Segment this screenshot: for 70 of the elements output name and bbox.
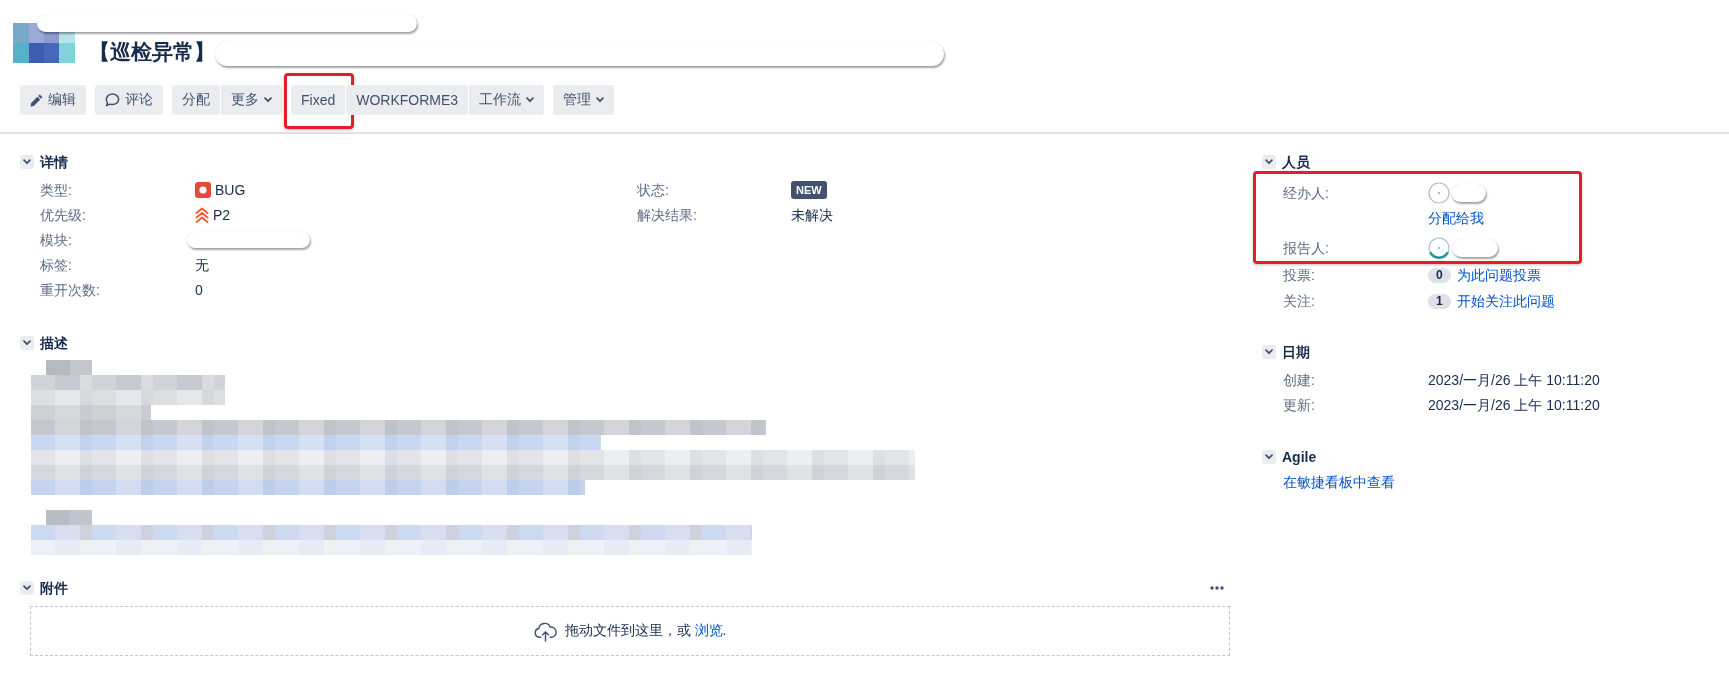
field-label: 解决结果: [637, 206, 698, 225]
field-label: 模块: [40, 231, 73, 250]
toolbar-button[interactable]: 分配 [172, 85, 220, 115]
count-badge: 1 [1428, 293, 1451, 309]
edit-button[interactable]: 编辑 [20, 85, 86, 115]
redaction-bar [1451, 184, 1486, 202]
watch-link[interactable]: 开始关注此问题 [1456, 293, 1555, 309]
more-icon[interactable] [1210, 586, 1224, 590]
dropdown-button[interactable]: 管理 [553, 85, 615, 115]
assign-to-me-link[interactable]: 分配给我 [1428, 210, 1484, 226]
chevron-down-icon [23, 340, 31, 346]
field-label: 类型: [40, 181, 73, 200]
section-toggle[interactable] [1262, 155, 1276, 169]
field-label: 标签: [40, 256, 73, 275]
field-label: 重开次数: [40, 281, 101, 300]
comment-button[interactable]: 评论 [95, 85, 163, 115]
section-toggle[interactable] [20, 581, 34, 595]
field-label: 创建: [1283, 371, 1316, 390]
toolbar-button[interactable]: WORKFORME3 [346, 85, 469, 115]
field-label: 报告人: [1283, 239, 1330, 258]
bug-icon [195, 182, 211, 198]
section-toggle[interactable] [1262, 345, 1276, 359]
cloud-upload-icon [533, 620, 557, 642]
section-title: 日期 [1282, 344, 1310, 360]
section-toggle[interactable] [20, 155, 34, 169]
field-value: 2023/一月/26 上午 10:11:20 [1428, 371, 1600, 390]
toolbar-button[interactable]: Fixed [291, 85, 346, 115]
field-label: 投票: [1283, 266, 1316, 285]
redaction-bar [1452, 239, 1498, 257]
caret-icon [526, 97, 535, 103]
chevron-down-icon [23, 585, 31, 591]
avatar-icon [1428, 237, 1450, 259]
field-value: 未解决 [791, 206, 833, 225]
field-value: 无 [195, 256, 209, 275]
section-title: Agile [1282, 449, 1317, 465]
field-label: 关注: [1283, 292, 1316, 311]
field-label: 状态: [637, 181, 670, 200]
field-value: 0 [195, 281, 203, 300]
priority-chevrons-icon [195, 207, 209, 223]
field-label: 更新: [1283, 396, 1316, 415]
file-drop-zone[interactable]: 拖动文件到这里，或 浏览. [30, 606, 1230, 656]
field-value: BUG [215, 181, 246, 200]
caret-icon [264, 97, 272, 103]
issue-title: 【巡检异常】 [89, 40, 215, 64]
section-title: 详情 [40, 154, 68, 170]
count-badge: 0 [1428, 267, 1451, 283]
drop-hint-text: 拖动文件到这里，或 浏览. [564, 622, 727, 640]
agile-board-link[interactable]: 在敏捷看板中查看 [1283, 474, 1395, 490]
chevron-down-icon [23, 159, 31, 165]
avatar-icon [1428, 182, 1450, 204]
chevron-down-icon [1265, 454, 1273, 460]
section-toggle[interactable] [1262, 450, 1276, 464]
section-title: 人员 [1282, 154, 1310, 170]
chevron-down-icon [1265, 349, 1273, 355]
speech-bubble-icon [105, 93, 120, 107]
status-lozenge: NEW [791, 181, 827, 199]
caret-icon [596, 97, 605, 103]
section-title: 描述 [40, 335, 68, 351]
section-title: 附件 [40, 580, 68, 596]
dropdown-button[interactable]: 工作流 [469, 85, 545, 115]
chevron-down-icon [1265, 159, 1273, 165]
browse-link[interactable]: 浏览. [694, 622, 727, 638]
vote-link[interactable]: 为此问题投票 [1456, 267, 1541, 283]
pencil-icon [30, 93, 43, 107]
dropdown-button[interactable]: 更多 [221, 85, 282, 115]
field-label: 经办人: [1283, 184, 1330, 203]
field-value: 2023/一月/26 上午 10:11:20 [1428, 396, 1600, 415]
field-label: 优先级: [40, 206, 87, 225]
section-toggle[interactable] [20, 336, 34, 350]
field-value: P2 [213, 206, 231, 225]
